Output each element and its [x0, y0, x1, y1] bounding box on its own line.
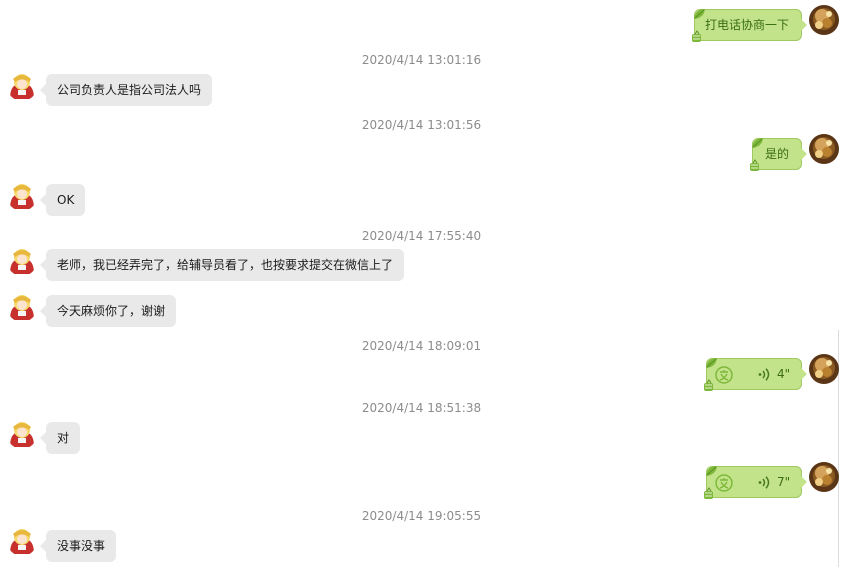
- avatar[interactable]: [809, 354, 839, 384]
- message-bubble[interactable]: 是的: [752, 138, 807, 170]
- avatar[interactable]: [809, 5, 839, 35]
- avatar[interactable]: [7, 526, 37, 556]
- avatar[interactable]: [7, 181, 37, 211]
- message-bubble[interactable]: 公司负责人是指公司法人吗: [39, 74, 213, 106]
- message-bubble[interactable]: 没事没事: [39, 530, 117, 562]
- message-bubble[interactable]: 打电话协商一下: [694, 9, 807, 41]
- timestamp: 2020/4/14 13:01:56: [361, 118, 482, 132]
- message-bubble[interactable]: OK: [39, 184, 86, 216]
- voice-duration: 4": [777, 367, 791, 381]
- avatar[interactable]: [7, 246, 37, 276]
- message-text: 打电话协商一下: [704, 18, 789, 32]
- voice-to-text-icon[interactable]: [714, 473, 734, 493]
- avatar[interactable]: [7, 419, 37, 449]
- voice-wave-icon: [758, 368, 772, 381]
- timestamp: 2020/4/14 19:05:55: [361, 509, 482, 523]
- message-bubble[interactable]: 对: [39, 422, 81, 454]
- timestamp: 2020/4/14 18:51:38: [361, 401, 482, 415]
- voice-duration: 7": [777, 475, 791, 489]
- leaf-decoration-icon: [749, 134, 765, 174]
- voice-to-text-icon[interactable]: [714, 365, 734, 385]
- message-text: 是的: [764, 147, 789, 161]
- timestamp: 2020/4/14 17:55:40: [361, 229, 482, 243]
- voice-message-bubble[interactable]: 4": [706, 358, 807, 390]
- avatar[interactable]: [7, 71, 37, 101]
- timestamp: 2020/4/14 13:01:16: [361, 53, 482, 67]
- avatar[interactable]: [7, 292, 37, 322]
- voice-wave-icon: [758, 476, 772, 489]
- message-bubble[interactable]: 老师，我已经弄完了，给辅导员看了，也按要求提交在微信上了: [39, 249, 405, 281]
- avatar[interactable]: [809, 462, 839, 492]
- avatar[interactable]: [809, 134, 839, 164]
- voice-message-bubble[interactable]: 7": [706, 466, 807, 498]
- timestamp: 2020/4/14 18:09:01: [361, 339, 482, 353]
- message-bubble[interactable]: 今天麻烦你了，谢谢: [39, 295, 177, 327]
